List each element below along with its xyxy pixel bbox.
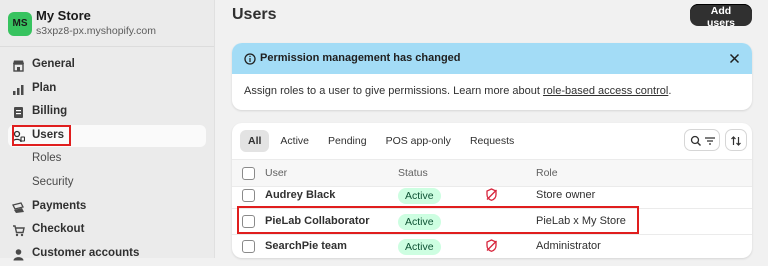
table-row[interactable]: Audrey Black Active Store owner <box>232 183 752 209</box>
search-icon <box>690 135 701 146</box>
user-role: Administrator <box>536 240 601 252</box>
sidebar-item-label: Plan <box>32 81 57 94</box>
sidebar-item-security[interactable]: Security <box>8 172 206 194</box>
filter-tabs: All Active Pending POS app-only Requests <box>240 130 525 152</box>
sidebar-item-label: General <box>32 58 75 70</box>
banner-title: Permission management has changed <box>260 52 461 64</box>
sidebar-item-label: Payments <box>32 199 87 212</box>
sidebar-item-label: Roles <box>32 152 62 165</box>
row-checkbox[interactable] <box>242 215 255 228</box>
store-avatar: MS <box>8 12 32 36</box>
table-row[interactable]: PieLab Collaborator Active PieLab x My S… <box>232 209 752 235</box>
close-icon[interactable] <box>729 53 740 64</box>
sidebar-item-checkout[interactable]: Checkout <box>8 219 206 241</box>
settings-sidebar: MS My Store s3xpz8-px.myshopify.com Gene… <box>0 0 215 261</box>
store-icon <box>13 60 24 72</box>
sidebar-item-billing[interactable]: Billing <box>8 101 206 123</box>
tab-requests[interactable]: Requests <box>462 130 522 152</box>
tab-pos-app-only[interactable]: POS app-only <box>378 130 459 152</box>
tab-active[interactable]: Active <box>272 130 317 152</box>
sidebar-item-roles[interactable]: Roles <box>8 148 206 170</box>
sidebar-item-customer-accounts[interactable]: Customer accounts <box>8 243 206 265</box>
user-role: PieLab x My Store <box>536 215 626 227</box>
table-row[interactable]: SearchPie team Active Administrator <box>232 234 752 259</box>
sidebar-item-general[interactable]: General <box>8 54 206 76</box>
sidebar-item-plan[interactable]: Plan <box>8 78 206 100</box>
column-header-status: Status <box>398 167 428 179</box>
users-icon <box>12 130 25 142</box>
sidebar-item-payments[interactable]: Payments <box>8 196 206 218</box>
sidebar-item-users[interactable]: Users <box>8 124 206 147</box>
shield-alert-icon <box>486 239 497 252</box>
shield-alert-icon <box>486 188 497 201</box>
select-all-checkbox[interactable] <box>242 167 255 180</box>
sort-icon <box>731 136 741 146</box>
status-badge: Active <box>398 214 441 230</box>
sort-button[interactable] <box>725 129 747 151</box>
column-header-user: User <box>265 167 288 179</box>
sidebar-item-label: Billing <box>32 105 68 118</box>
tab-pending[interactable]: Pending <box>320 130 375 152</box>
banner-header: Permission management has changed <box>232 43 752 74</box>
divider <box>0 46 214 47</box>
banner-body-text: Assign roles to a user to give permissio… <box>244 85 543 97</box>
settings-nav: General Plan Billing Users Roles Securit… <box>8 54 206 266</box>
users-card: All Active Pending POS app-only Requests Use… <box>232 123 752 258</box>
banner-body: Assign roles to a user to give permissio… <box>244 85 671 97</box>
sidebar-item-label: Users <box>32 128 64 141</box>
billing-receipt-icon <box>14 107 23 119</box>
filter-icon <box>705 137 715 145</box>
info-icon <box>244 53 256 65</box>
plan-chart-icon <box>13 84 24 95</box>
banner-body-suffix: . <box>668 85 672 97</box>
user-name[interactable]: PieLab Collaborator <box>265 215 370 227</box>
store-name: My Store <box>36 8 91 23</box>
user-name[interactable]: Audrey Black <box>265 189 335 201</box>
user-name[interactable]: SearchPie team <box>265 240 347 252</box>
column-header-role: Role <box>536 167 558 179</box>
sidebar-item-label: Customer accounts <box>32 246 140 259</box>
store-switcher[interactable]: MS My Store s3xpz8-px.myshopify.com <box>8 8 206 44</box>
status-badge: Active <box>398 239 441 255</box>
permission-banner: Permission management has changed Assign… <box>232 43 752 110</box>
rbac-link[interactable]: role-based access control <box>543 85 668 97</box>
store-domain: s3xpz8-px.myshopify.com <box>36 25 157 37</box>
row-checkbox[interactable] <box>242 189 255 202</box>
tab-all[interactable]: All <box>240 130 270 152</box>
cart-icon <box>13 225 25 237</box>
status-badge: Active <box>398 188 441 204</box>
add-users-button[interactable]: Add users <box>690 4 752 29</box>
person-icon <box>13 248 24 261</box>
sidebar-item-label: Security <box>32 175 74 188</box>
sidebar-item-label: Checkout <box>32 223 85 236</box>
payments-icon <box>12 201 24 213</box>
row-checkbox[interactable] <box>242 240 255 253</box>
search-filter-button[interactable] <box>684 129 720 151</box>
user-role: Store owner <box>536 189 596 201</box>
page-title: Users <box>232 6 277 23</box>
